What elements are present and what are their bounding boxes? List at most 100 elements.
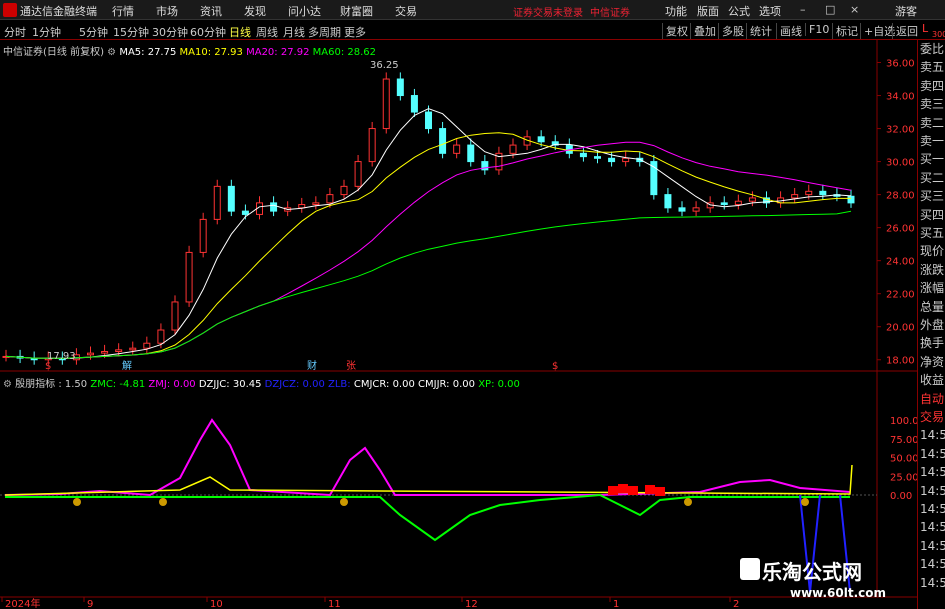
dzjcz-label: DZJCZ: 0.00 (264, 379, 325, 390)
menu-gongshi[interactable]: 公式 (728, 3, 750, 19)
sidebar-item[interactable]: 买一 (920, 152, 945, 167)
money-bag-icon[interactable] (73, 498, 81, 506)
btn-fuquan[interactable]: 复权 (662, 23, 688, 39)
user-guest[interactable]: 游客 (895, 3, 917, 19)
sidebar-item[interactable]: 14:56 (920, 447, 945, 462)
period-1min[interactable]: 1分钟 (32, 24, 61, 40)
sidebar-item[interactable]: 现价 (920, 244, 945, 259)
menu-wenxiaoda[interactable]: 问小达 (288, 3, 321, 19)
sidebar-item[interactable]: 14:56 (920, 502, 945, 517)
sidebar-item[interactable]: 换手 (920, 336, 945, 351)
sidebar-item[interactable]: 自动 (920, 392, 945, 407)
menu-caifuquan[interactable]: 财富圈 (340, 3, 373, 19)
sidebar-item[interactable]: 买四 (920, 208, 945, 223)
sidebar-item[interactable]: 卖三 (920, 97, 945, 112)
broker-name: 中信证券 (590, 8, 630, 19)
period-5min[interactable]: 5分钟 (79, 24, 108, 40)
period-15min[interactable]: 15分钟 (113, 24, 149, 40)
login-status[interactable]: 证券交易未登录 (513, 4, 583, 19)
indicator-legend: ⚙ 殷朋指标 : 1.50 ZMC: -4.81 ZMJ: 0.00 DZJJC… (3, 375, 520, 390)
candle-body (664, 194, 672, 209)
indicator-name[interactable]: 殷朋指标 : 1.50 (15, 379, 87, 390)
ma-line (5, 141, 852, 359)
sidebar-item[interactable]: 卖一 (920, 134, 945, 149)
period-monthly[interactable]: 月线 (283, 24, 305, 40)
candle-body (129, 347, 137, 351)
minimize-button[interactable]: – (800, 3, 806, 16)
money-bag-icon[interactable] (340, 498, 348, 506)
sidebar-item[interactable]: 14:56 (920, 520, 945, 535)
money-bag-icon[interactable] (159, 498, 167, 506)
sidebar-item[interactable]: 涨跌 (920, 263, 945, 278)
period-fenshi[interactable]: 分时 (4, 24, 26, 40)
sidebar-item[interactable]: 卖二 (920, 116, 945, 131)
menu-banmian[interactable]: 版面 (697, 3, 719, 19)
menu-xuanxiang[interactable]: 选项 (759, 3, 781, 19)
menu-jiaoyi[interactable]: 交易 (395, 3, 417, 19)
sidebar-item[interactable]: 14:56 (920, 539, 945, 554)
btn-huaxian[interactable]: 画线 (776, 23, 802, 39)
candle-body (340, 185, 348, 196)
sidebar-item[interactable]: 14:56 (920, 428, 945, 443)
sidebar-item[interactable]: 卖四 (920, 79, 945, 94)
candle-body (115, 349, 123, 352)
restore-button[interactable]: □ (825, 3, 835, 16)
candle-body (157, 329, 165, 344)
candle-body (537, 136, 545, 143)
sidebar-item[interactable]: 净资 (920, 355, 945, 370)
btn-diejia[interactable]: 叠加 (690, 23, 716, 39)
period-60min[interactable]: 60分钟 (190, 24, 226, 40)
close-button[interactable]: × (850, 3, 859, 16)
event-mark-1[interactable]: $ (45, 361, 51, 372)
period-weekly[interactable]: 周线 (256, 24, 278, 40)
period-daily[interactable]: 日线 (229, 24, 251, 40)
money-bag-icon[interactable] (684, 498, 692, 506)
settings-icon[interactable]: ⚙ (107, 47, 116, 58)
sidebar-item[interactable]: 买二 (920, 171, 945, 186)
period-multi[interactable]: 多周期 (308, 24, 341, 40)
btn-duogu[interactable]: 多股 (718, 23, 744, 39)
sidebar-item[interactable]: 买五 (920, 226, 945, 241)
sidebar-item[interactable]: 买三 (920, 189, 945, 204)
candle-body (439, 128, 447, 154)
main-chart[interactable]: 36.00 34.00 32.00 30.00 28.00 26.00 24.00 22.00… (0, 0, 945, 609)
ma-lines (5, 108, 852, 359)
menu-faxian[interactable]: 发现 (244, 3, 266, 19)
btn-biaoji[interactable]: 标记 (832, 23, 858, 39)
btn-tongji[interactable]: 统计 (746, 23, 772, 39)
sidebar-item[interactable]: 涨幅 (920, 281, 945, 296)
sidebar-item[interactable]: 交易 (920, 410, 945, 425)
btn-zixuan[interactable]: +自选 (860, 23, 895, 39)
sidebar-item[interactable]: 委比 (920, 42, 945, 57)
sidebar-item[interactable]: 外盘 (920, 318, 945, 333)
sidebar-item[interactable]: 14:56 (920, 465, 945, 480)
money-bag-icon[interactable] (801, 498, 809, 506)
candle-body (72, 354, 80, 361)
event-mark-2[interactable]: 解 (122, 359, 132, 372)
menu-shichang[interactable]: 市场 (156, 3, 178, 19)
menu-zixun[interactable]: 资讯 (200, 3, 222, 19)
period-more[interactable]: 更多 (344, 24, 366, 40)
event-mark-3[interactable]: 财 (307, 359, 317, 372)
candle-body (2, 355, 10, 358)
event-mark-5[interactable]: $ (552, 361, 558, 372)
sidebar-item[interactable]: 14:56 (920, 557, 945, 572)
candle-body (692, 207, 700, 212)
settings-icon[interactable]: ⚙ (3, 379, 12, 390)
sidebar-item[interactable]: 14:56 (920, 576, 945, 591)
event-mark-4[interactable]: 张 (346, 360, 356, 372)
period-30min[interactable]: 30分钟 (152, 24, 188, 40)
stock-title[interactable]: 中信证券(日线 前复权) (3, 47, 104, 58)
candle-body (16, 355, 24, 359)
menu-hangqing[interactable]: 行情 (112, 3, 134, 19)
btn-f10[interactable]: F10 (805, 23, 829, 36)
watermark: 乐淘公式网 www.60lt.com (740, 556, 920, 606)
btn-fanhui[interactable]: 返回 (892, 23, 918, 39)
sidebar-item[interactable]: 卖五 (920, 60, 945, 75)
sidebar-item[interactable]: 14:56 (920, 484, 945, 499)
candle-body (227, 185, 235, 212)
x-tick-label: 11 (328, 599, 341, 609)
menu-gongneng[interactable]: 功能 (665, 3, 687, 19)
sidebar-item[interactable]: 总量 (920, 300, 945, 315)
sidebar-item[interactable]: 收益 (920, 373, 945, 388)
